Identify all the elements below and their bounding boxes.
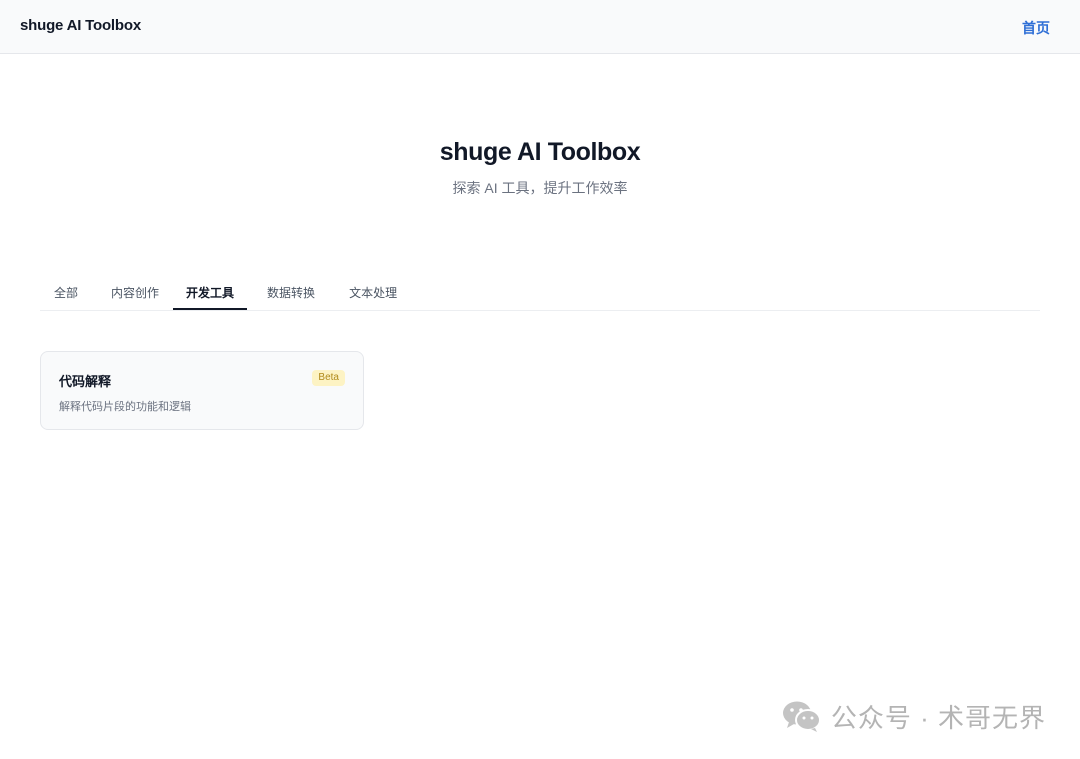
tab-all[interactable]: 全部	[40, 278, 90, 310]
wechat-icon	[782, 701, 821, 732]
watermark-text: 公众号 · 术哥无界	[830, 702, 1046, 733]
tab-content-creation[interactable]: 内容创作	[90, 278, 173, 310]
page-subtitle: 探索 AI 工具，提升工作效率	[452, 180, 628, 196]
hero-section: shuge AI Toolbox 探索 AI 工具，提升工作效率	[0, 135, 1080, 198]
top-navbar: shuge AI Toolbox 首页	[0, 0, 1080, 54]
category-tabs: 全部 内容创作 开发工具 数据转换 文本处理	[40, 278, 1040, 311]
tool-card-title: 代码解释	[59, 374, 112, 389]
home-link[interactable]: 首页	[1022, 18, 1050, 38]
beta-badge: Beta	[312, 370, 345, 386]
tab-data-conversion[interactable]: 数据转换	[247, 278, 329, 310]
tool-card-code-explain[interactable]: 代码解释 Beta 解释代码片段的功能和逻辑	[40, 351, 364, 430]
tab-dev-tools[interactable]: 开发工具	[173, 278, 248, 310]
watermark: 公众号 · 术哥无界	[781, 698, 1046, 734]
brand-logo-text[interactable]: shuge AI Toolbox	[20, 17, 141, 34]
tool-card-description: 解释代码片段的功能和逻辑	[59, 401, 191, 413]
tab-text-processing[interactable]: 文本处理	[329, 278, 411, 310]
page-title: shuge AI Toolbox	[439, 138, 641, 166]
